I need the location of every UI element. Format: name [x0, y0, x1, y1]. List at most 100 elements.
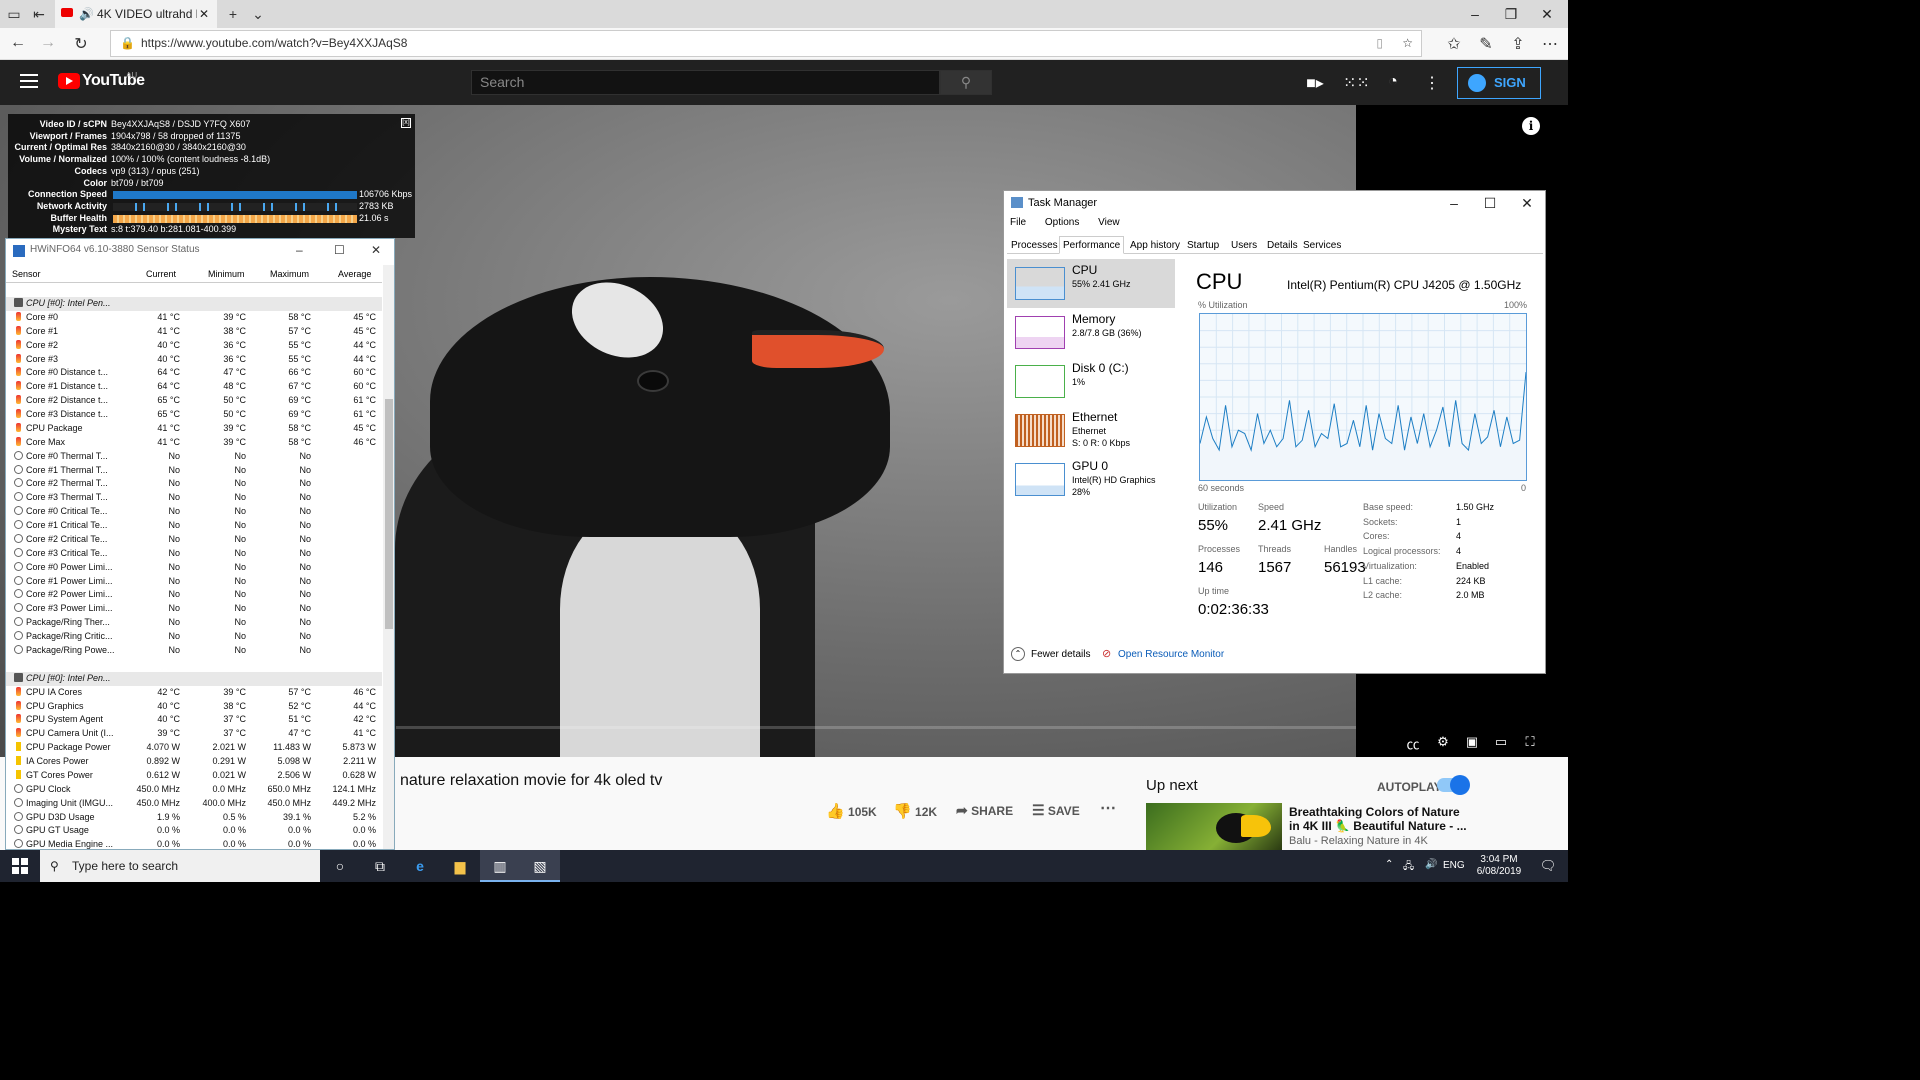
youtube-logo-icon[interactable] [58, 73, 80, 89]
resource-item-cpu[interactable]: CPU 55% 2.41 GHz [1007, 259, 1175, 308]
pen-notes-icon[interactable]: ✎ [1476, 34, 1496, 54]
sensor-row[interactable]: Core #3 Thermal T... No No No [6, 491, 382, 505]
recommended-video-title[interactable]: Breathtaking Colors of Nature in 4K III … [1289, 805, 1469, 833]
sensor-row[interactable]: Core #0 Critical Te... No No No [6, 505, 382, 519]
apps-grid-icon[interactable]: ⁙⁙ [1343, 73, 1370, 93]
sensor-row[interactable]: CPU Graphics 40 °C 38 °C 52 °C 44 °C [6, 700, 382, 714]
col-average[interactable]: Average [338, 269, 371, 279]
address-bar[interactable]: 🔒 https://www.youtube.com/watch?v=Bey4XX… [110, 30, 1422, 57]
sensor-group-row[interactable]: CPU [#0]: Intel Pen... [6, 297, 382, 311]
cortana-icon[interactable]: ○ [320, 850, 360, 882]
sensor-row[interactable]: CPU Package 41 °C 39 °C 58 °C 45 °C [6, 422, 382, 436]
recommended-video-channel[interactable]: Balu - Relaxing Nature in 4K [1289, 835, 1428, 847]
fewer-details-link[interactable]: Fewer details [1031, 649, 1090, 660]
share-button[interactable]: ➦ SHARE [956, 802, 1013, 819]
minimize-window-button[interactable]: – [1455, 0, 1495, 28]
hwinfo-minimize-button[interactable]: – [296, 239, 303, 261]
show-hidden-icons-icon[interactable]: ⌃ [1385, 859, 1393, 870]
sensor-row[interactable]: GPU D3D Usage 1.9 % 0.5 % 39.1 % 5.2 % [6, 811, 382, 825]
sign-in-button[interactable]: SIGN IN [1457, 67, 1541, 120]
menu-file[interactable]: File [1010, 217, 1026, 228]
sensor-row[interactable]: Core #2 Thermal T... No No No [6, 477, 382, 491]
sensor-row[interactable]: Core #3 Critical Te... No No No [6, 547, 382, 561]
sensor-row[interactable]: Imaging Unit (IMGU... 450.0 MHz 400.0 MHz 4… [6, 797, 382, 811]
sensor-row[interactable]: Core #1 Critical Te... No No No [6, 519, 382, 533]
back-icon[interactable]: ← [8, 34, 28, 52]
tm-minimize-button[interactable]: – [1436, 191, 1472, 215]
sensor-row[interactable]: CPU System Agent 40 °C 37 °C 51 °C 42 °C [6, 713, 382, 727]
restore-window-button[interactable]: ❐ [1491, 0, 1531, 28]
hamburger-menu-icon[interactable] [20, 74, 38, 88]
edge-browser-icon[interactable]: e [400, 850, 440, 882]
col-sensor[interactable]: Sensor [12, 269, 41, 279]
open-resource-monitor-link[interactable]: Open Resource Monitor [1118, 649, 1224, 660]
close-tab-icon[interactable]: ✕ [199, 0, 209, 28]
sensor-row[interactable]: Core #2 40 °C 36 °C 55 °C 44 °C [6, 339, 382, 353]
more-actions-icon[interactable]: ⋯ [1100, 798, 1116, 818]
sensor-row[interactable]: Core #2 Power Limi... No No No [6, 588, 382, 602]
resource-item-memory[interactable]: Memory 2.8/7.8 GB (36%) [1007, 308, 1175, 357]
refresh-icon[interactable]: ↻ [71, 34, 91, 54]
sensor-row[interactable]: Core #1 Power Limi... No No No [6, 575, 382, 589]
sensor-row[interactable]: IA Cores Power 0.892 W 0.291 W 5.098 W 2.211… [6, 755, 382, 769]
theater-mode-icon[interactable]: ▭ [1490, 734, 1512, 750]
chevron-up-icon[interactable]: ⌃ [1011, 647, 1025, 661]
tabs-aside-icon[interactable]: ⇤ [30, 5, 48, 23]
sensor-row[interactable]: Core #3 Power Limi... No No No [6, 602, 382, 616]
start-button[interactable] [12, 858, 28, 874]
hwinfo-maximize-button[interactable]: ☐ [334, 239, 345, 261]
sensor-row[interactable]: GT Cores Power 0.612 W 0.021 W 2.506 W 0.628… [6, 769, 382, 783]
new-tab-icon[interactable]: + [224, 5, 242, 23]
network-icon[interactable]: 🖧 [1403, 859, 1414, 876]
sensor-row[interactable]: CPU Camera Unit (I... 39 °C 37 °C 47 °C 41 °… [6, 727, 382, 741]
info-icon[interactable]: i [1522, 117, 1540, 135]
col-maximum[interactable]: Maximum [270, 269, 309, 279]
sensor-row[interactable]: Core #1 41 °C 38 °C 57 °C 45 °C [6, 325, 382, 339]
sensor-group-row[interactable]: CPU [#0]: Intel Pen... [6, 671, 382, 686]
sensor-row[interactable]: Package/Ring Powe... No No No [6, 644, 382, 658]
fullscreen-icon[interactable]: ⛶ [1519, 734, 1541, 750]
autoplay-toggle[interactable] [1437, 775, 1470, 795]
sensor-row[interactable]: Package/Ring Ther... No No No [6, 616, 382, 630]
save-button[interactable]: ☰ SAVE [1032, 802, 1080, 819]
hwinfo-scroll-thumb[interactable] [385, 399, 393, 629]
captions-icon[interactable]: ㏄ [1402, 734, 1424, 753]
search-button[interactable]: ⚲ [940, 70, 992, 95]
like-button[interactable]: 👍 105K [826, 802, 877, 820]
reading-view-icon[interactable]: ▯ [1376, 31, 1383, 56]
forward-icon[interactable]: → [38, 34, 58, 52]
tab-services[interactable]: Services [1299, 236, 1345, 254]
system-clock[interactable]: 3:04 PM 6/08/2019 [1472, 854, 1526, 878]
volume-icon[interactable]: 🔊 [1425, 859, 1437, 870]
tab-processes[interactable]: Processes [1007, 236, 1062, 254]
tm-close-button[interactable]: ✕ [1509, 191, 1545, 215]
resource-item-disk-0-c[interactable]: Disk 0 (C:) 1% [1007, 357, 1175, 406]
tab-preview-chevron-icon[interactable]: ⌄ [249, 5, 267, 23]
tab-app-history[interactable]: App history [1126, 236, 1184, 254]
sensor-row[interactable]: Core #3 40 °C 36 °C 55 °C 44 °C [6, 353, 382, 367]
menu-options[interactable]: Options [1045, 217, 1079, 228]
sensor-row[interactable]: Package/Ring Critic... No No No [6, 630, 382, 644]
recommended-video-thumbnail[interactable] [1146, 803, 1282, 850]
more-menu-icon[interactable]: ⋯ [1540, 34, 1560, 54]
dislike-button[interactable]: 👎 12K [893, 802, 937, 820]
sensor-row[interactable]: Core #0 41 °C 39 °C 58 °C 45 °C [6, 311, 382, 325]
language-indicator[interactable]: ENG [1443, 860, 1465, 871]
sensor-row[interactable]: Core #1 Thermal T... No No No [6, 464, 382, 478]
tab-performance[interactable]: Performance [1059, 236, 1125, 254]
tab-details[interactable]: Details [1263, 236, 1302, 254]
share-icon[interactable]: ⇪ [1508, 34, 1528, 54]
close-window-button[interactable]: ✕ [1527, 0, 1567, 28]
favorite-star-icon[interactable]: ☆ [1402, 31, 1413, 56]
sensor-row[interactable]: Core #2 Distance t... 65 °C 50 °C 69 °C 61 °… [6, 394, 382, 408]
sensor-row[interactable]: Core #0 Power Limi... No No No [6, 561, 382, 575]
task-manager-taskbar-icon[interactable]: ▧ [520, 850, 560, 882]
sensor-row[interactable]: Core #2 Critical Te... No No No [6, 533, 382, 547]
sensor-row[interactable]: Core #1 Distance t... 64 °C 48 °C 67 °C 60 °… [6, 380, 382, 394]
tab-startup[interactable]: Startup [1183, 236, 1223, 254]
file-explorer-icon[interactable]: ▆ [440, 850, 480, 882]
progress-bar[interactable] [396, 726, 1356, 729]
resource-item-ethernet[interactable]: Ethernet Ethernet S: 0 R: 0 Kbps [1007, 406, 1175, 455]
sensor-row[interactable]: Core Max 41 °C 39 °C 58 °C 46 °C [6, 436, 382, 450]
resource-item-gpu-0[interactable]: GPU 0 Intel(R) HD Graphics 28% [1007, 455, 1175, 504]
